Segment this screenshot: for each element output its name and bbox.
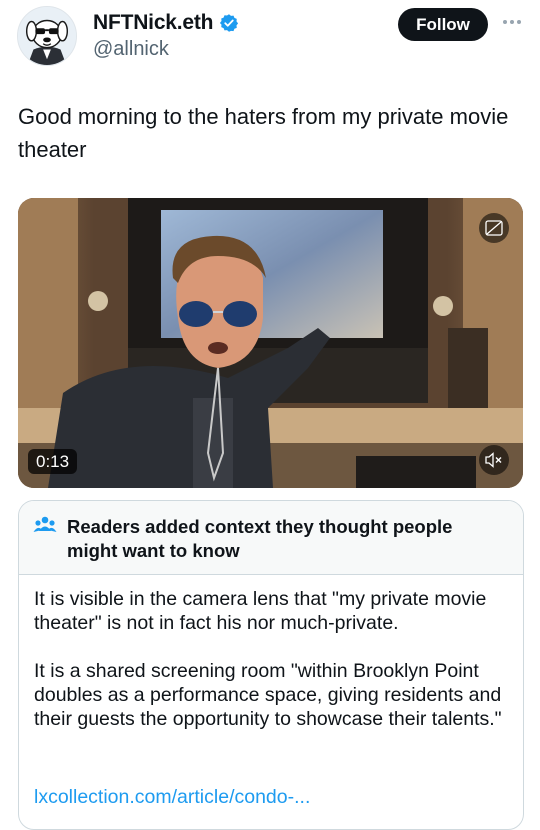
tweet-header: NFTNick.eth @allnick Follow [0,0,540,90]
video-player[interactable] [18,198,523,488]
note-paragraph: It is visible in the camera lens that "m… [34,588,487,634]
note-paragraph: It is a shared screening room "within Br… [34,660,502,730]
verified-badge-icon [220,14,239,32]
community-note-title: Readers added context they thought peopl… [67,516,453,561]
author-name-row: NFTNick.eth [93,11,239,35]
dog-cartoon-avatar-icon [18,7,76,65]
community-note-header: Readers added context they thought peopl… [19,501,523,575]
video-frame [18,198,523,488]
tweet-text: Good morning to the haters from my priva… [18,104,509,162]
readers-people-icon [33,516,57,532]
muted-speaker-icon[interactable] [479,445,509,475]
community-note: Readers added context they thought peopl… [18,500,524,830]
gif-glyph [485,220,503,236]
gif-badge-icon[interactable] [479,213,509,243]
source-link[interactable]: lxcollection.com/article/condo-... [34,785,310,809]
author-display-name[interactable]: NFTNick.eth [93,11,214,35]
community-note-body: It is visible in the camera lens that "m… [34,587,504,808]
more-options-icon[interactable] [500,16,524,28]
follow-button[interactable]: Follow [398,8,488,41]
avatar[interactable] [17,6,77,66]
author-handle[interactable]: @allnick [93,38,169,61]
speaker-glyph [485,452,502,468]
video-duration: 0:13 [28,449,78,474]
